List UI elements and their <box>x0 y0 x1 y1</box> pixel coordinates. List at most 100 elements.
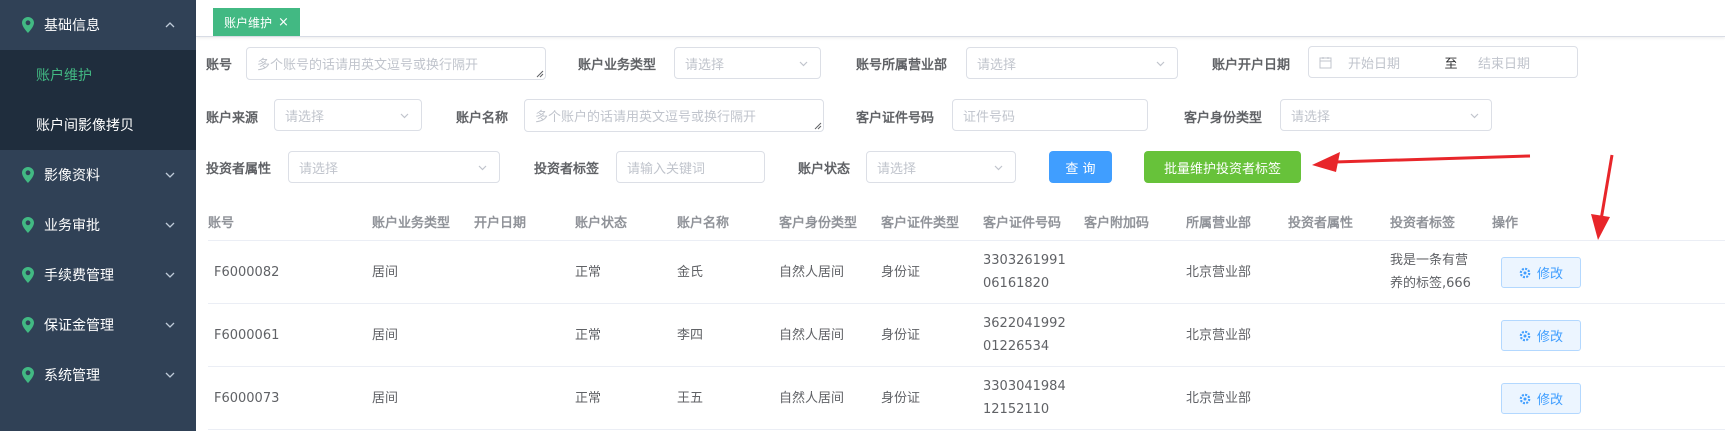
branch-placeholder: 请选择 <box>977 57 1017 73</box>
sidebar-item-label: 系统管理 <box>44 368 100 384</box>
sidebar-subitem-account-maintenance[interactable]: 账户维护 <box>0 50 196 100</box>
id-type-select[interactable]: 请选择 <box>1280 99 1492 131</box>
gear-icon <box>1519 330 1531 341</box>
accounts-table: 账号 账户业务类型 开户日期 账户状态 账户名称 客户身份类型 客户证件类型 客… <box>208 200 1725 430</box>
cell-branch: 北京营业部 <box>1186 391 1252 406</box>
source-label: 账户来源 <box>206 111 259 126</box>
cell-investor-tag: 我是一条有营养的标签,666 <box>1390 253 1471 291</box>
cell-cert-no: 330304198412152110 <box>983 379 1066 417</box>
id-no-input[interactable]: 证件号码 <box>952 99 1148 131</box>
chevron-down-icon <box>165 222 175 228</box>
resize-handle-icon[interactable] <box>814 122 822 130</box>
end-date-placeholder[interactable]: 结束日期 <box>1478 53 1530 72</box>
source-select[interactable]: 请选择 <box>274 99 422 131</box>
query-button[interactable]: 查 询 <box>1049 151 1112 183</box>
edit-button[interactable]: 修改 <box>1501 383 1581 414</box>
account-input[interactable]: 多个账号的话请用英文逗号或换行隔开 <box>246 47 546 80</box>
biz-type-placeholder: 请选择 <box>685 57 725 73</box>
batch-maintain-tag-button[interactable]: 批量维护投资者标签 <box>1144 151 1301 183</box>
cell-status: 正常 <box>575 391 602 406</box>
cell-cert-type: 身份证 <box>881 265 921 280</box>
edit-button[interactable]: 修改 <box>1501 320 1581 351</box>
acct-name-placeholder: 多个账户的话请用英文逗号或换行隔开 <box>535 110 757 125</box>
chevron-down-icon <box>165 272 175 278</box>
th-investor-attr: 投资者属性 <box>1288 216 1354 231</box>
sidebar-item-fee-management[interactable]: 手续费管理 <box>0 250 196 300</box>
source-placeholder: 请选择 <box>285 109 325 125</box>
account-placeholder: 多个账号的话请用英文逗号或换行隔开 <box>257 58 479 73</box>
chevron-down-icon <box>994 165 1003 171</box>
cell-acct-name: 王五 <box>677 391 704 406</box>
sidebar-item-label: 保证金管理 <box>44 318 114 334</box>
th-extra-code: 客户附加码 <box>1084 216 1150 231</box>
id-type-label: 客户身份类型 <box>1184 111 1263 126</box>
sidebar-subitem-image-copy[interactable]: 账户间影像拷贝 <box>0 100 196 150</box>
id-no-placeholder: 证件号码 <box>963 109 1016 125</box>
sidebar-item-image-data[interactable]: 影像资料 <box>0 150 196 200</box>
location-pin-icon <box>22 317 34 333</box>
cell-biz-type: 居间 <box>372 328 399 343</box>
edit-button[interactable]: 修改 <box>1501 257 1581 288</box>
close-icon[interactable]: × <box>278 15 289 30</box>
cell-account: F6000073 <box>214 391 280 406</box>
th-status: 账户状态 <box>575 216 628 231</box>
investor-tag-placeholder: 请输入关键词 <box>627 161 706 177</box>
cell-cert-type: 身份证 <box>881 391 921 406</box>
main-content: 账户维护 × 账号 多个账号的话请用英文逗号或换行隔开 账户业务类型 请选择 账… <box>196 0 1725 431</box>
cell-acct-name: 金氏 <box>677 265 704 280</box>
cell-id-type: 自然人居间 <box>779 328 845 343</box>
cell-id-type: 自然人居间 <box>779 265 845 280</box>
chevron-down-icon <box>1156 61 1165 67</box>
tags-bar: 账户维护 × <box>196 0 1725 37</box>
date-separator: 至 <box>1444 56 1458 72</box>
cell-cert-no: 330326199106161820 <box>983 253 1066 291</box>
chevron-down-icon <box>165 322 175 328</box>
gear-icon <box>1519 267 1531 278</box>
table-row: F6000073 居间 正常 王五 自然人居间 身份证 330304198412… <box>208 367 1725 430</box>
start-date-placeholder[interactable]: 开始日期 <box>1348 53 1430 72</box>
chevron-down-icon <box>400 113 409 119</box>
status-select[interactable]: 请选择 <box>866 151 1016 183</box>
cell-status: 正常 <box>575 265 602 280</box>
th-id-type: 客户身份类型 <box>779 216 858 231</box>
th-cert-no: 客户证件号码 <box>983 216 1062 231</box>
investor-tag-input[interactable]: 请输入关键词 <box>616 151 765 183</box>
location-pin-icon <box>22 167 34 183</box>
open-date-range[interactable]: 开始日期 至 结束日期 <box>1308 46 1578 78</box>
sidebar-item-business-approval[interactable]: 业务审批 <box>0 200 196 250</box>
calendar-icon <box>1319 56 1332 68</box>
sidebar-item-system-management[interactable]: 系统管理 <box>0 350 196 400</box>
account-label: 账号 <box>206 58 233 73</box>
branch-select[interactable]: 请选择 <box>966 47 1178 79</box>
sidebar-item-basic-info[interactable]: 基础信息 <box>0 0 196 50</box>
chevron-down-icon <box>165 172 175 178</box>
location-pin-icon <box>22 367 34 383</box>
cell-id-type: 自然人居间 <box>779 391 845 406</box>
acct-name-label: 账户名称 <box>456 111 509 126</box>
chevron-down-icon <box>478 165 487 171</box>
branch-label: 账号所属营业部 <box>856 58 948 73</box>
location-pin-icon <box>22 267 34 283</box>
investor-attr-placeholder: 请选择 <box>299 161 339 177</box>
table-row: F6000061 居间 正常 李四 自然人居间 身份证 362204199201… <box>208 304 1725 367</box>
cell-biz-type: 居间 <box>372 265 399 280</box>
open-date-label: 账户开户日期 <box>1212 58 1291 73</box>
biz-type-select[interactable]: 请选择 <box>674 47 821 79</box>
location-pin-icon <box>22 217 34 233</box>
th-open-date: 开户日期 <box>474 216 527 231</box>
cell-status: 正常 <box>575 328 602 343</box>
acct-name-input[interactable]: 多个账户的话请用英文逗号或换行隔开 <box>524 99 824 132</box>
resize-handle-icon[interactable] <box>536 70 544 78</box>
investor-attr-select[interactable]: 请选择 <box>288 151 500 183</box>
th-cert-type: 客户证件类型 <box>881 216 960 231</box>
tab-account-maintenance[interactable]: 账户维护 × <box>213 8 300 36</box>
cell-biz-type: 居间 <box>372 391 399 406</box>
status-placeholder: 请选择 <box>877 161 917 177</box>
edit-button-label: 修改 <box>1536 330 1563 345</box>
chevron-down-icon <box>799 61 808 67</box>
investor-attr-label: 投资者属性 <box>206 162 272 177</box>
th-action: 操作 <box>1492 216 1519 231</box>
biz-type-label: 账户业务类型 <box>578 58 657 73</box>
chevron-up-icon <box>165 22 175 28</box>
sidebar-item-margin-management[interactable]: 保证金管理 <box>0 300 196 350</box>
